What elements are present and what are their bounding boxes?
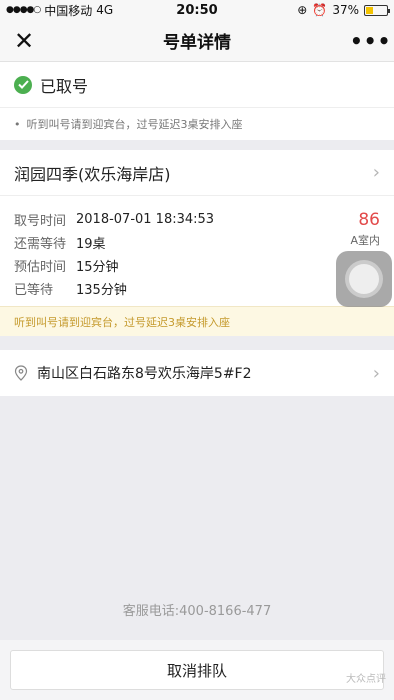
status-tip-text: 听到叫号请到迎宾台，过号延迟3桌安排入座 bbox=[26, 118, 243, 131]
detail-value: 2018-07-01 18:34:53 bbox=[76, 212, 215, 227]
detail-value: 135分钟 bbox=[76, 283, 127, 298]
detail-row: 取号时间 2018-07-01 18:34:53 bbox=[14, 208, 380, 231]
address-left: 南山区白石路东8号欢乐海岸5#F2 bbox=[14, 363, 252, 383]
detail-row: 预估时间 15分钟 bbox=[14, 254, 380, 277]
detail-label: 还需等待 bbox=[14, 237, 67, 252]
detail-value: 19桌 bbox=[76, 237, 106, 252]
signal-icon: ●●●●○ bbox=[6, 5, 41, 15]
queue-number-box: 86 A室内 bbox=[350, 210, 380, 248]
chevron-right-icon: › bbox=[372, 162, 380, 183]
alarm-icon: ⏰ bbox=[312, 3, 328, 17]
queue-room: A室内 bbox=[350, 234, 380, 247]
address-row[interactable]: 南山区白石路东8号欢乐海岸5#F2 › bbox=[0, 350, 394, 396]
detail-value: 15分钟 bbox=[76, 260, 119, 275]
ticket-status-label: 已取号 bbox=[40, 76, 89, 96]
store-card: 润园四季(欢乐海岸店) › 取号时间 2018-07-01 18:34:53 还… bbox=[0, 150, 394, 336]
bottom-bar: 取消排队 bbox=[0, 640, 394, 700]
cancel-queue-button[interactable]: 取消排队 bbox=[10, 650, 384, 690]
location-pin-icon bbox=[14, 365, 28, 381]
check-icon bbox=[14, 75, 32, 94]
ticket-status-row: 已取号 bbox=[0, 62, 394, 108]
queue-number: 86 bbox=[358, 210, 380, 230]
ticket-status-section: 已取号 • 听到叫号请到迎宾台，过号延迟3桌安排入座 bbox=[0, 62, 394, 140]
more-icon[interactable]: ••• bbox=[350, 29, 390, 53]
carrier-label: 中国移动 bbox=[44, 3, 93, 18]
network-label: 4G bbox=[96, 3, 114, 17]
battery-percent: 37% bbox=[332, 3, 359, 17]
detail-label: 取号时间 bbox=[14, 214, 67, 229]
status-time: 20:50 bbox=[176, 2, 218, 18]
detail-row: 还需等待 19桌 bbox=[14, 231, 380, 254]
battery-icon bbox=[363, 4, 390, 16]
status-bar: ●●●●○ 中国移动 4G 20:50 ⊕ ⏰ 37% bbox=[0, 0, 394, 20]
service-phone[interactable]: 客服电话:400-8166-477 bbox=[0, 600, 394, 619]
assistive-touch-icon bbox=[345, 260, 383, 298]
battery-fill bbox=[365, 6, 374, 14]
detail-label: 已等待 bbox=[14, 283, 54, 298]
assistive-touch-button[interactable] bbox=[336, 251, 392, 307]
status-left: ●●●●○ 中国移动 4G bbox=[6, 2, 156, 19]
status-tip: • 听到叫号请到迎宾台，过号延迟3桌安排入座 bbox=[0, 108, 394, 140]
address-text: 南山区白石路东8号欢乐海岸5#F2 bbox=[37, 366, 252, 382]
chevron-right-icon: › bbox=[372, 362, 380, 384]
notice-banner: 听到叫号请到迎宾台，过号延迟3桌安排入座 bbox=[0, 306, 394, 336]
watermark: 大众点评 bbox=[346, 674, 386, 685]
detail-label: 预估时间 bbox=[14, 260, 67, 275]
store-name-row[interactable]: 润园四季(欢乐海岸店) › bbox=[0, 150, 394, 196]
status-right: ⊕ ⏰ 37% bbox=[238, 3, 390, 17]
store-name: 润园四季(欢乐海岸店) bbox=[14, 164, 171, 184]
ticket-details: 取号时间 2018-07-01 18:34:53 还需等待 19桌 预估时间 1… bbox=[0, 196, 394, 307]
nav-bar: ✕ 号单详情 ••• bbox=[0, 20, 394, 62]
detail-row: 已等待 135分钟 bbox=[14, 277, 380, 300]
lock-rotation-icon: ⊕ bbox=[297, 3, 308, 17]
page-title: 号单详情 bbox=[163, 33, 231, 53]
tip-bullet: • bbox=[14, 117, 21, 131]
close-icon[interactable]: ✕ bbox=[14, 29, 44, 53]
